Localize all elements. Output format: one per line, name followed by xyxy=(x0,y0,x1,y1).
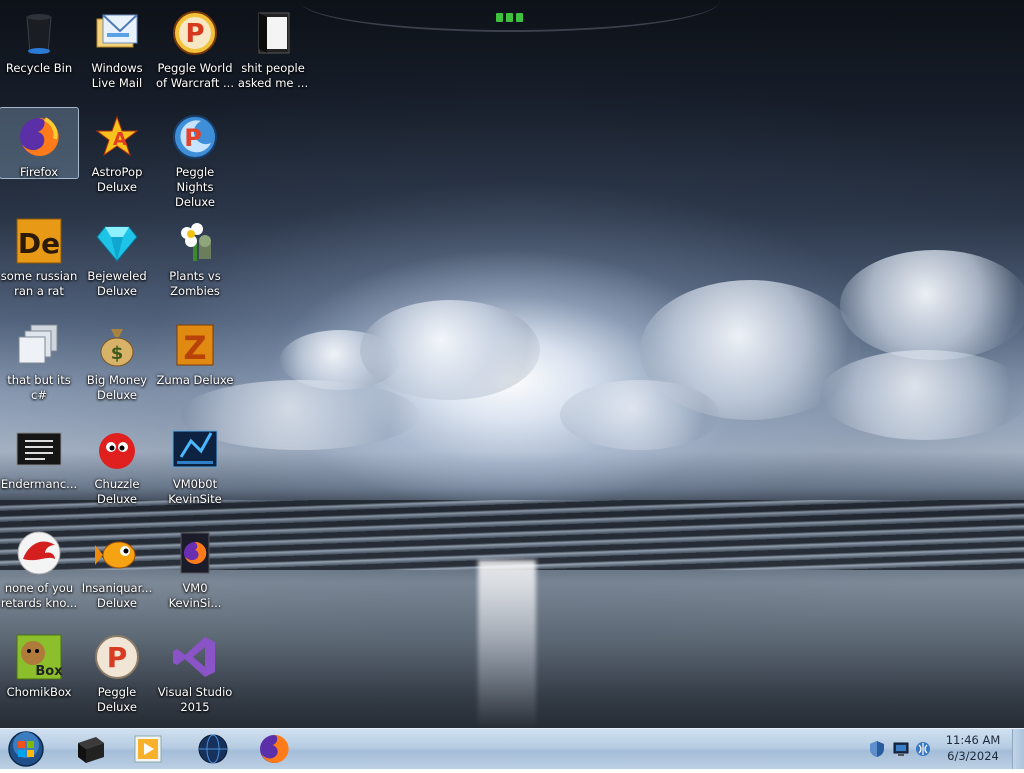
desktop-icon-label: VM0 KevinSi... xyxy=(168,581,222,610)
desktop-icon-chomikbox[interactable]: Box ChomikBox xyxy=(0,628,78,702)
desktop-icon-label: Peggle Nights Deluxe xyxy=(175,165,215,209)
desktop-icon-recycle-bin[interactable]: Recycle Bin xyxy=(0,4,78,100)
folder-icon xyxy=(249,9,297,57)
desktop-icon-windows-live-mail[interactable]: Windows Live Mail xyxy=(78,4,156,100)
wallpaper-cloud xyxy=(560,380,720,450)
desktop-icon-label: Bejeweled Deluxe xyxy=(87,269,147,298)
desktop-icon-label: Firefox xyxy=(19,165,59,179)
taskbar-pinned-app[interactable] xyxy=(70,731,110,767)
svg-text:P: P xyxy=(184,124,202,152)
network-icon[interactable] xyxy=(914,740,932,758)
desktop-icon-vm0b0t[interactable]: VM0b0t KevinSite xyxy=(156,420,234,516)
desktop-icon-peggle-deluxe[interactable]: P Peggle Deluxe xyxy=(78,628,156,714)
astropop-icon: A xyxy=(93,113,141,161)
desktop-icon-label: Endermanc... xyxy=(0,477,78,491)
firefox-doc-icon xyxy=(171,529,219,577)
peggle-icon: P xyxy=(171,9,219,57)
wallpaper-cloud xyxy=(820,350,1024,440)
wallpaper-cloud xyxy=(360,300,540,400)
desktop-icon-label: Zuma Deluxe xyxy=(156,373,234,387)
zuma-icon: Z xyxy=(171,321,219,369)
svg-text:Box: Box xyxy=(35,664,63,679)
taskbar-pinned-media-player[interactable] xyxy=(128,731,168,767)
flower-icon xyxy=(171,217,219,265)
recycle-bin-icon xyxy=(15,9,63,57)
desktop-icon-chuzzle[interactable]: Chuzzle Deluxe xyxy=(78,420,156,516)
firefox-icon xyxy=(260,734,289,763)
taskbar: 11:46 AM 6/3/2024 xyxy=(0,728,1024,769)
desktop-icon-peggle-wow[interactable]: P Peggle World of Warcraft ... xyxy=(156,4,234,100)
svg-text:Z: Z xyxy=(183,329,206,367)
desktop-icon-insaniquarium[interactable]: Insaniquar... Deluxe xyxy=(78,524,156,620)
hamster-box-icon: Box xyxy=(15,633,63,681)
desktop-icon-label: Insaniquar... Deluxe xyxy=(81,581,153,610)
globe-app-icon xyxy=(198,734,228,764)
desktop-icon-label: some russian ran a rat xyxy=(0,269,78,298)
firefox-icon xyxy=(15,113,63,161)
desktop-icon-label: Recycle Bin xyxy=(5,61,73,75)
desktop-icon-vm0-kevinsite[interactable]: VM0 KevinSi... xyxy=(156,524,234,620)
desktop-icon-label: Peggle Deluxe xyxy=(97,685,137,714)
goldfish-icon xyxy=(93,529,141,577)
chuzzle-icon xyxy=(93,425,141,473)
de-app-icon: De xyxy=(15,217,63,265)
desktop-icon-label: Plants vs Zombies xyxy=(169,269,221,298)
desktop-icon-label: AstroPop Deluxe xyxy=(91,165,143,194)
desktop-icon-zuma[interactable]: Z Zuma Deluxe xyxy=(156,316,234,387)
wallpaper-sun-reflection xyxy=(478,560,536,728)
desktop-icon-firefox[interactable]: Firefox xyxy=(0,107,79,179)
desktop-icon-endermanc[interactable]: Endermanc... xyxy=(0,420,78,500)
desktop-icon-label: Windows Live Mail xyxy=(91,61,143,90)
desktop-icon-plants-vs-zombies[interactable]: Plants vs Zombies xyxy=(156,212,234,308)
clock-time: 11:46 AM xyxy=(945,733,1001,747)
desktop-icon-big-money[interactable]: $ Big Money Deluxe xyxy=(78,316,156,412)
start-orb-icon xyxy=(8,731,44,767)
svg-text:A: A xyxy=(113,129,127,150)
desktop-icon-folder-shit-people[interactable]: shit people asked me ... xyxy=(234,4,312,100)
clock-date: 6/3/2024 xyxy=(947,749,999,763)
desktop-icon-label: Peggle World of Warcraft ... xyxy=(156,61,234,90)
taskbar-clock[interactable]: 11:46 AM 6/3/2024 xyxy=(940,732,1006,764)
desktop-icon-label: Chuzzle Deluxe xyxy=(94,477,140,506)
stacked-windows-icon xyxy=(15,321,63,369)
svg-text:P: P xyxy=(185,19,204,49)
desktop-icon-label: Visual Studio 2015 xyxy=(157,685,233,714)
desktop-icon-label: none of you retards kno... xyxy=(0,581,78,610)
desktop-icon-label: VM0b0t KevinSite xyxy=(168,477,222,506)
taskbar-pinned-firefox[interactable] xyxy=(254,731,294,767)
desktop-icon-label: that but its c# xyxy=(7,373,71,402)
desktop-icon-de-app[interactable]: De some russian ran a rat xyxy=(0,212,78,308)
desktop-icon-red-dragon[interactable]: none of you retards kno... xyxy=(0,524,78,620)
desktop-icon-label: ChomikBox xyxy=(6,685,72,699)
peggle-deluxe-icon: P xyxy=(93,633,141,681)
media-player-icon xyxy=(134,735,162,763)
shield-icon[interactable] xyxy=(868,740,886,758)
wallpaper-green-marks xyxy=(496,7,526,22)
vmware-icon xyxy=(171,425,219,473)
svg-text:De: De xyxy=(18,227,60,260)
desktop-icon-visual-studio[interactable]: Visual Studio 2015 xyxy=(156,628,234,724)
start-button[interactable] xyxy=(4,729,48,769)
mail-icon xyxy=(93,9,141,57)
monitor-icon[interactable] xyxy=(892,740,910,758)
desktop-icon-label: shit people asked me ... xyxy=(237,61,309,90)
visual-studio-icon xyxy=(171,633,219,681)
taskbar-pinned-globe-app[interactable] xyxy=(193,731,233,767)
desktop-icon-bejeweled[interactable]: Bejeweled Deluxe xyxy=(78,212,156,308)
gem-icon xyxy=(93,217,141,265)
svg-text:$: $ xyxy=(111,343,124,364)
terminal-icon xyxy=(15,425,63,473)
money-bag-icon: $ xyxy=(93,321,141,369)
desktop-icon-label: Big Money Deluxe xyxy=(86,373,148,402)
red-dragon-icon xyxy=(15,529,63,577)
wallpaper-cloud xyxy=(840,250,1024,360)
black-cube-icon xyxy=(78,737,104,763)
desktop-icon-that-but-c[interactable]: that but its c# xyxy=(0,316,78,412)
svg-text:P: P xyxy=(107,641,128,674)
desktop-icon-astropop[interactable]: A AstroPop Deluxe xyxy=(78,108,156,204)
show-desktop-button[interactable] xyxy=(1012,729,1024,769)
desktop-icon-peggle-nights[interactable]: P Peggle Nights Deluxe xyxy=(156,108,234,209)
peggle-nights-icon: P xyxy=(171,113,219,161)
